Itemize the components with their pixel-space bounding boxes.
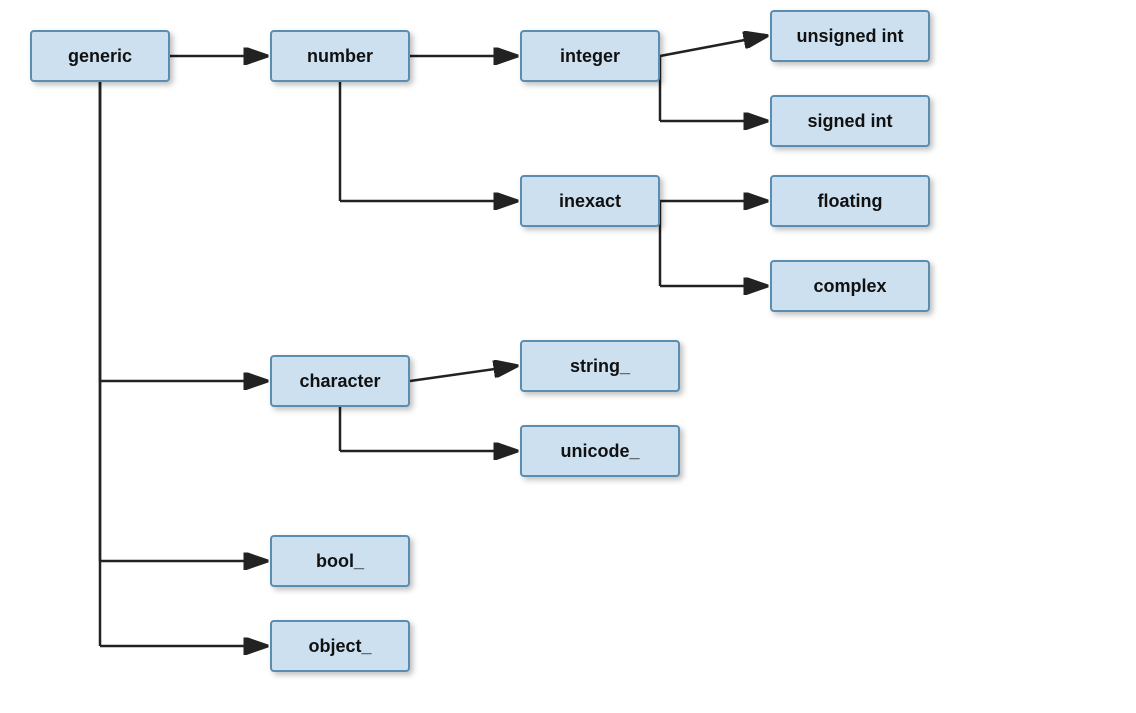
node-floating: floating [770,175,930,227]
node-bool: bool_ [270,535,410,587]
node-number: number [270,30,410,82]
node-unicode: unicode_ [520,425,680,477]
node-signed-int: signed int [770,95,930,147]
node-inexact: inexact [520,175,660,227]
node-string: string_ [520,340,680,392]
node-integer: integer [520,30,660,82]
node-unsigned-int: unsigned int [770,10,930,62]
node-complex: complex [770,260,930,312]
diagram-container: generic number integer unsigned int sign… [0,0,1136,713]
node-object: object_ [270,620,410,672]
node-generic: generic [30,30,170,82]
node-character: character [270,355,410,407]
